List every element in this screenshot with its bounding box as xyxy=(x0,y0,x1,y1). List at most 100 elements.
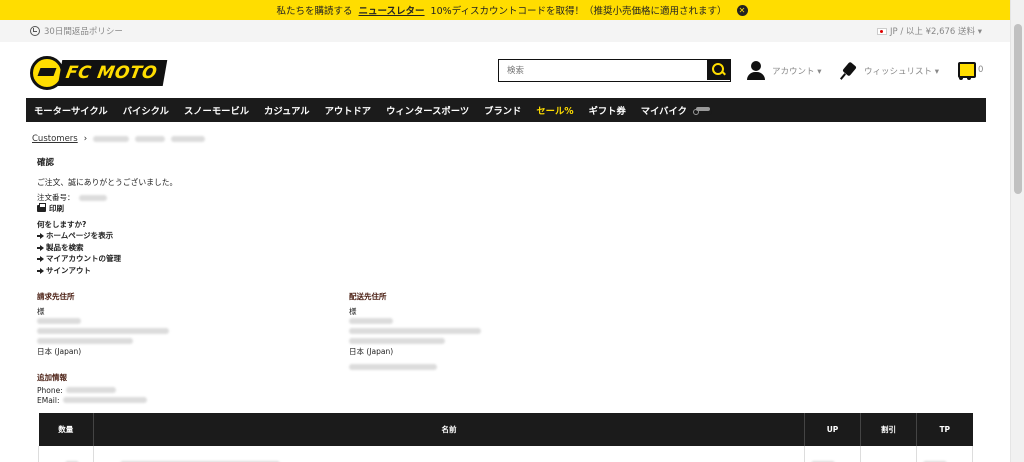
address-line xyxy=(349,326,481,336)
address-line xyxy=(349,316,481,326)
return-policy-label: 30日間返品ポリシー xyxy=(44,27,123,37)
print-label: 印刷 xyxy=(49,204,64,213)
address-line xyxy=(349,362,481,372)
page-title: 確認 xyxy=(37,158,55,168)
arrow-right-icon xyxy=(37,267,44,274)
breadcrumb-customers-link[interactable]: Customers xyxy=(32,134,78,144)
table-header-row: 数量 名前 UP 割引 TP xyxy=(38,413,973,446)
print-link[interactable]: 印刷 xyxy=(37,203,64,214)
main-nav: モーターサイクル バイシクル スノーモービル カジュアル アウトドア ウィンター… xyxy=(26,98,986,122)
link-homepage: ホームページを表示 xyxy=(46,231,114,241)
pin-icon xyxy=(840,61,858,81)
link-search-products: 製品を検索 xyxy=(46,242,84,252)
billing-heading: 請求先住所 xyxy=(37,292,75,301)
printer-icon xyxy=(37,203,46,212)
phone-label: Phone: xyxy=(37,385,63,395)
col-name: 名前 xyxy=(93,413,805,446)
list-item[interactable]: サインアウト xyxy=(37,265,121,277)
list-item[interactable]: ホームページを表示 xyxy=(37,230,121,242)
search-input[interactable] xyxy=(499,60,707,81)
nav-item-gift-card[interactable]: ギフト券 xyxy=(589,103,626,117)
nav-item-motorcycle[interactable]: モーターサイクル xyxy=(34,103,108,117)
order-number-label: 注文番号： xyxy=(37,193,75,202)
return-icon xyxy=(30,26,40,36)
additional-info: 追加情報 Phone: EMail: xyxy=(37,372,147,405)
total-price-cell xyxy=(916,446,973,462)
additional-info-heading: 追加情報 xyxy=(37,373,67,382)
breadcrumb-redacted xyxy=(93,136,130,142)
close-icon[interactable]: ✕ xyxy=(736,4,748,16)
logo-wordmark: FC MOTO xyxy=(57,60,168,86)
user-icon xyxy=(746,61,766,81)
thank-you-message: ご注文、誠にありがとうございました。 xyxy=(37,178,178,187)
breadcrumb-redacted xyxy=(171,136,206,142)
page-scrollbar[interactable] xyxy=(1010,0,1024,462)
phone-row: Phone: xyxy=(37,385,147,395)
table-row xyxy=(38,446,973,462)
order-number: 注文番号： xyxy=(37,192,107,203)
name-cell xyxy=(93,446,805,462)
cart-icon xyxy=(954,60,976,80)
nav-item-bicycle[interactable]: バイシクル xyxy=(123,103,169,117)
locale-label: JP / 以上 ¥2,676 送料 ▾ xyxy=(889,27,982,37)
promo-suffix: 10%ディスカウントコードを取得！（推奨小売価格に適用されます） xyxy=(430,6,727,17)
shipping-heading: 配送先住所 xyxy=(349,292,387,301)
breadcrumb-redacted xyxy=(135,136,166,142)
account-menu[interactable]: アカウント ▾ xyxy=(746,61,821,81)
logo[interactable]: FC MOTO xyxy=(30,56,168,90)
nav-item-winter-sports[interactable]: ウィンタースポーツ xyxy=(386,103,469,117)
arrow-right-icon xyxy=(37,244,44,251)
shipping-address: 配送先住所 様 日本 (Japan) xyxy=(349,291,481,372)
address-line xyxy=(37,336,169,346)
next-steps-list: ホームページを表示 製品を検索 マイアカウントの管理 サインアウト xyxy=(37,230,121,276)
breadcrumb-separator: › xyxy=(83,134,88,144)
col-quantity: 数量 xyxy=(38,413,94,446)
newsletter-link[interactable]: ニュースレター xyxy=(359,3,425,17)
nav-item-my-bike[interactable]: マイバイク xyxy=(641,103,687,117)
link-manage-account: マイアカウントの管理 xyxy=(46,254,121,264)
nav-item-brands[interactable]: ブランド xyxy=(484,103,521,117)
shipping-country: 日本 (Japan) xyxy=(349,346,394,356)
arrow-right-icon xyxy=(37,255,44,263)
list-item[interactable]: マイアカウントの管理 xyxy=(37,253,121,265)
nav-item-casual[interactable]: カジュアル xyxy=(264,103,310,117)
order-number-redacted xyxy=(78,194,107,201)
arrow-right-icon xyxy=(37,232,44,240)
next-steps-heading: 何をしますか? xyxy=(37,220,87,229)
scrollbar-thumb[interactable] xyxy=(1014,24,1022,194)
billing-country: 日本 (Japan) xyxy=(37,346,82,356)
search-bar xyxy=(498,59,731,82)
cart-button[interactable]: 0 xyxy=(954,60,983,80)
col-total-price: TP xyxy=(916,413,973,446)
unit-price-cell xyxy=(804,446,861,462)
address-line xyxy=(349,336,481,346)
breadcrumb: Customers › xyxy=(32,134,206,144)
col-discount: 割引 xyxy=(860,413,917,446)
nav-item-outdoor[interactable]: アウトドア xyxy=(325,103,372,117)
qty-cell xyxy=(38,446,94,462)
shipping-salutation: 様 xyxy=(349,306,357,316)
cart-count: 0 xyxy=(978,65,984,75)
wishlist-label: ウィッシュリスト ▾ xyxy=(864,67,939,77)
email-row: EMail: xyxy=(37,395,147,405)
order-items-table: 数量 名前 UP 割引 TP xyxy=(38,413,973,462)
discount-cell xyxy=(860,446,917,462)
email-label: EMail: xyxy=(37,395,60,405)
utility-bar: 30日間返品ポリシー JP / 以上 ¥2,676 送料 ▾ xyxy=(0,20,1010,42)
nav-item-sale[interactable]: セール% xyxy=(536,103,573,117)
motorcycle-icon xyxy=(692,106,713,115)
promo-banner: 私たちを購読する ニュースレター 10%ディスカウントコードを取得！（推奨小売価… xyxy=(0,0,1024,20)
site-header: FC MOTO アカウント ▾ ウィッシュリスト ▾ 0 xyxy=(0,42,1010,98)
wishlist-menu[interactable]: ウィッシュリスト ▾ xyxy=(840,61,939,81)
link-sign-out: サインアウト xyxy=(46,265,91,275)
search-icon[interactable] xyxy=(707,60,730,80)
list-item[interactable]: 製品を検索 xyxy=(37,242,121,254)
account-label: アカウント ▾ xyxy=(772,67,822,77)
address-line xyxy=(37,326,169,336)
address-line xyxy=(37,316,169,326)
billing-salutation: 様 xyxy=(37,306,45,316)
return-policy-link[interactable]: 30日間返品ポリシー xyxy=(30,25,123,37)
col-unit-price: UP xyxy=(804,413,861,446)
nav-item-snowmobile[interactable]: スノーモービル xyxy=(184,103,249,117)
locale-selector[interactable]: JP / 以上 ¥2,676 送料 ▾ xyxy=(876,25,982,37)
